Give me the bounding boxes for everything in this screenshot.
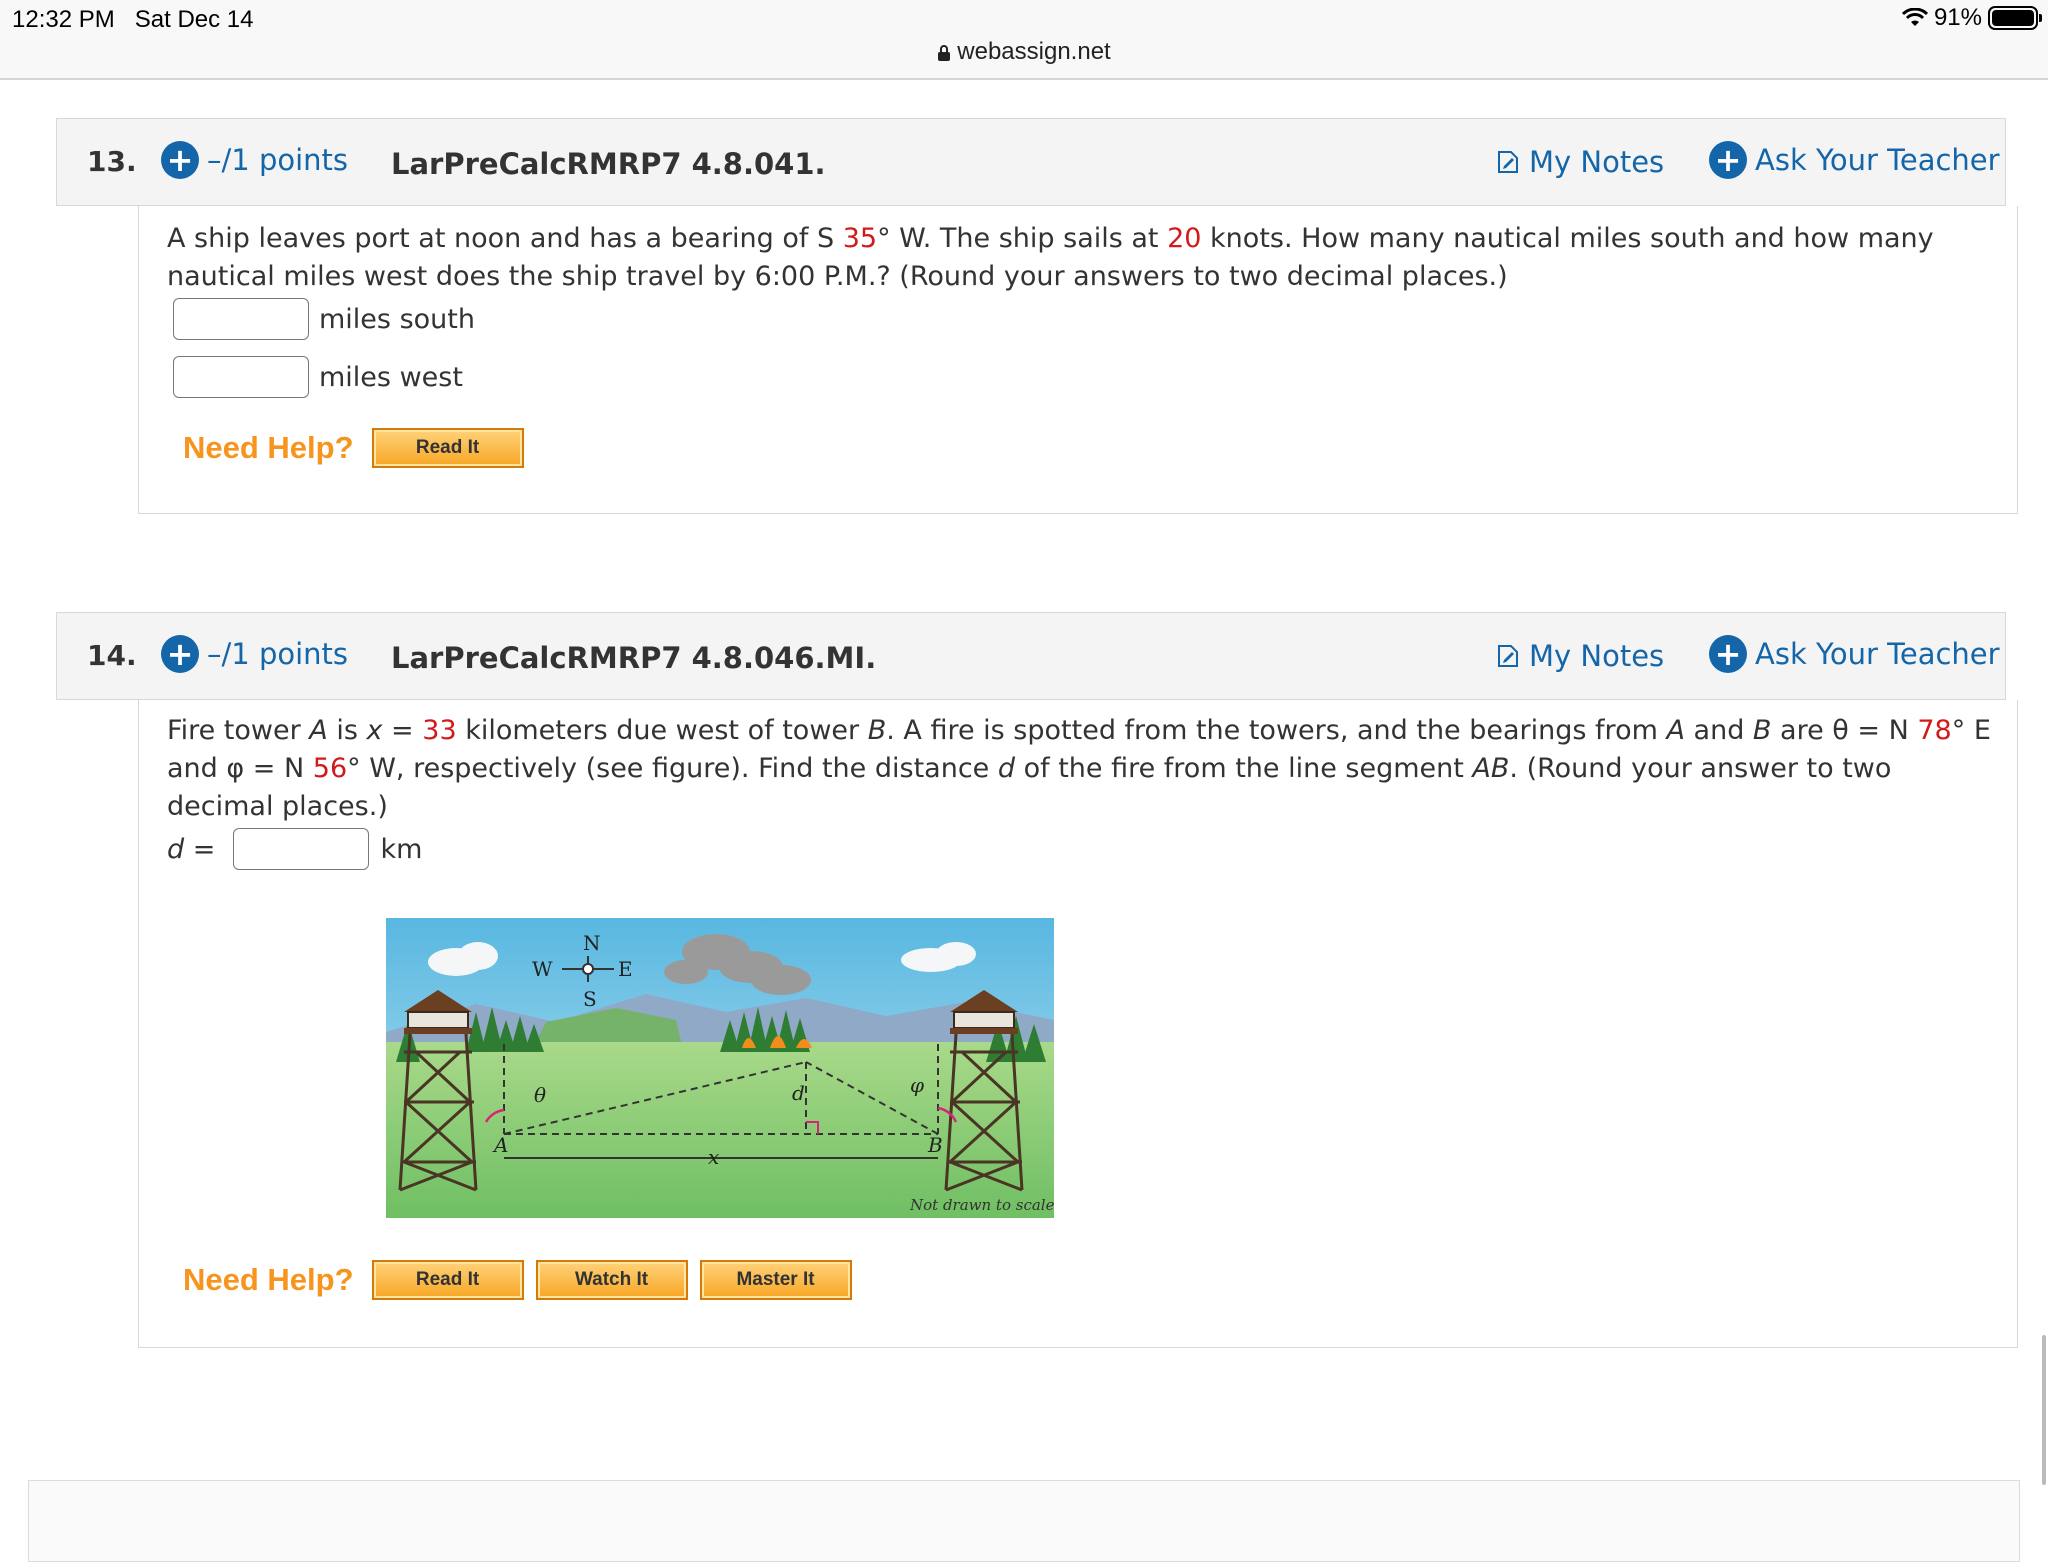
compass-n: N [583,931,601,955]
q14-phi-value: 56 [312,753,348,784]
plus-circle-icon[interactable]: + [161,635,199,673]
q13-id: LarPreCalcRMRP7 4.8.041. [391,147,826,181]
q14-ask-teacher-link[interactable]: + Ask Your Teacher [1709,635,2000,673]
plus-circle-icon[interactable]: + [161,141,199,179]
q14-points-label: –/1 points [207,637,349,671]
status-bar: 12:32 PM Sat Dec 14 91% webassign.net [0,0,2048,80]
master-it-button[interactable]: Master It [699,1260,852,1300]
x-figure-label: x [708,1145,719,1169]
q14-header: 14. + –/1 points LarPreCalcRMRP7 4.8.046… [56,612,2006,700]
battery-icon [1988,6,2042,30]
q13-ask-teacher-link[interactable]: + Ask Your Teacher [1709,141,2000,179]
q14-number: 14. [87,639,137,672]
b-figure-label: B [927,1133,943,1157]
next-question-card [28,1480,2020,1562]
notes-icon [1498,151,1518,173]
miles-south-label: miles south [319,303,475,335]
q13-my-notes-link[interactable]: My Notes [1497,145,1664,179]
compass-s: S [583,987,597,1011]
theta-label: θ [534,1083,546,1107]
q13-need-help: Need Help? Read It [183,428,524,468]
scrollbar[interactable] [2042,1335,2046,1485]
q13-body: A ship leaves port at noon and has a bea… [138,206,2018,514]
miles-south-input[interactable] [173,298,309,340]
date-text: Sat Dec 14 [134,6,254,33]
q13-answer-west-row: miles west [173,356,463,398]
plus-circle-icon: + [1709,141,1747,179]
my-notes-label: My Notes [1529,145,1665,179]
status-time: 12:32 PM Sat Dec 14 [12,6,253,34]
a-figure-label: A [492,1133,508,1157]
q13-points[interactable]: + –/1 points [161,141,348,179]
phi-label: φ [910,1073,924,1097]
d-input[interactable] [232,828,369,870]
q14-answer-row: d = km [167,828,422,870]
read-it-button[interactable]: Read It [371,1260,524,1300]
ask-teacher-label: Ask Your Teacher [1755,143,2000,177]
read-it-button[interactable]: Read It [371,428,524,468]
status-right: 91% [1901,4,2042,32]
equals-sign: = [192,833,216,865]
q14-my-notes-link[interactable]: My Notes [1497,639,1664,673]
ask-teacher-label: Ask Your Teacher [1755,637,2000,671]
miles-west-input[interactable] [173,356,309,398]
compass-e: E [618,957,633,981]
url-text: webassign.net [957,38,1111,65]
lock-icon [938,45,951,61]
my-notes-label: My Notes [1529,639,1665,673]
q14-points[interactable]: + –/1 points [161,635,348,673]
miles-west-label: miles west [319,361,463,393]
d-label: d [167,833,185,865]
km-unit-label: km [380,833,423,865]
time-text: 12:32 PM [12,6,115,33]
notes-icon [1498,645,1518,667]
need-help-label: Need Help? [183,430,354,465]
need-help-label: Need Help? [183,1262,354,1297]
fire-tower-figure: N S E W θ φ d A B x Not drawn to scale [386,918,1054,1218]
q14-need-help: Need Help? Read It Watch It Master It [183,1260,852,1300]
q13-bearing-value: 35 [842,223,878,254]
q13-question-text: A ship leaves port at noon and has a bea… [167,223,1934,292]
q13-number: 13. [87,145,137,178]
plus-circle-icon: + [1709,635,1747,673]
battery-percent: 91% [1933,4,1982,31]
url-bar[interactable]: webassign.net [0,38,2048,66]
watch-it-button[interactable]: Watch It [535,1260,688,1300]
q14-theta-value: 78 [1917,715,1952,746]
compass-w: W [532,957,553,981]
q13-points-label: –/1 points [207,143,349,177]
d-figure-label: d [792,1081,805,1105]
q13-answer-south-row: miles south [173,298,475,340]
not-to-scale-note: Not drawn to scale [909,1196,1054,1214]
q14-id: LarPreCalcRMRP7 4.8.046.MI. [391,641,877,675]
q13-header: 13. + –/1 points LarPreCalcRMRP7 4.8.041… [56,118,2006,206]
q14-question-text: Fire tower A is x = 33 kilometers due we… [167,715,1991,822]
q14-x-value: 33 [422,715,457,746]
q13-speed-value: 20 [1167,223,1202,254]
wifi-icon [1901,8,1928,26]
